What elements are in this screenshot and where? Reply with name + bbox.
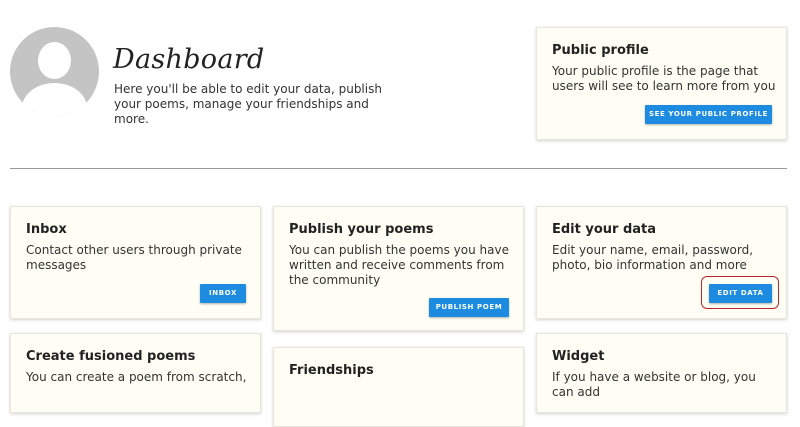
widget-text: If you have a website or blog, you can a… bbox=[552, 370, 756, 399]
page-description: Here you'll be able to edit your data, p… bbox=[114, 82, 382, 126]
public-profile-card: Public profile Your public profile is th… bbox=[536, 27, 787, 140]
fusioned-poems-title: Create fusioned poems bbox=[26, 349, 196, 364]
avatar-head bbox=[38, 42, 71, 79]
publish-poems-text: You can publish the poems you have writt… bbox=[289, 243, 509, 287]
edit-data-highlight bbox=[701, 276, 779, 309]
friendships-card: Friendships bbox=[273, 347, 524, 427]
inbox-title: Inbox bbox=[26, 222, 67, 237]
widget-title: Widget bbox=[552, 349, 605, 364]
divider bbox=[10, 168, 787, 169]
inbox-text: Contact other users through private mess… bbox=[26, 243, 242, 272]
edit-data-title: Edit your data bbox=[552, 222, 657, 237]
fusioned-poems-card: Create fusioned poems You can create a p… bbox=[10, 333, 261, 413]
avatar-body bbox=[22, 83, 87, 116]
publish-poems-card: Publish your poems You can publish the p… bbox=[273, 206, 524, 331]
widget-card: Widget If you have a website or blog, yo… bbox=[536, 333, 787, 413]
friendships-title: Friendships bbox=[289, 363, 374, 378]
edit-data-text: Edit your name, email, password, photo, … bbox=[552, 243, 754, 272]
page-title: Dashboard bbox=[113, 44, 265, 75]
publish-poem-button[interactable]: PUBLISH POEM bbox=[429, 298, 509, 317]
public-profile-title: Public profile bbox=[552, 43, 649, 58]
inbox-button[interactable]: INBOX bbox=[200, 284, 246, 303]
avatar-icon bbox=[10, 27, 99, 116]
fusioned-poems-text: You can create a poem from scratch, bbox=[26, 370, 247, 384]
public-profile-text: Your public profile is the page that use… bbox=[552, 64, 776, 93]
publish-poems-title: Publish your poems bbox=[289, 222, 434, 237]
see-public-profile-button[interactable]: SEE YOUR PUBLIC PROFILE bbox=[645, 105, 772, 124]
inbox-card: Inbox Contact other users through privat… bbox=[10, 206, 261, 319]
